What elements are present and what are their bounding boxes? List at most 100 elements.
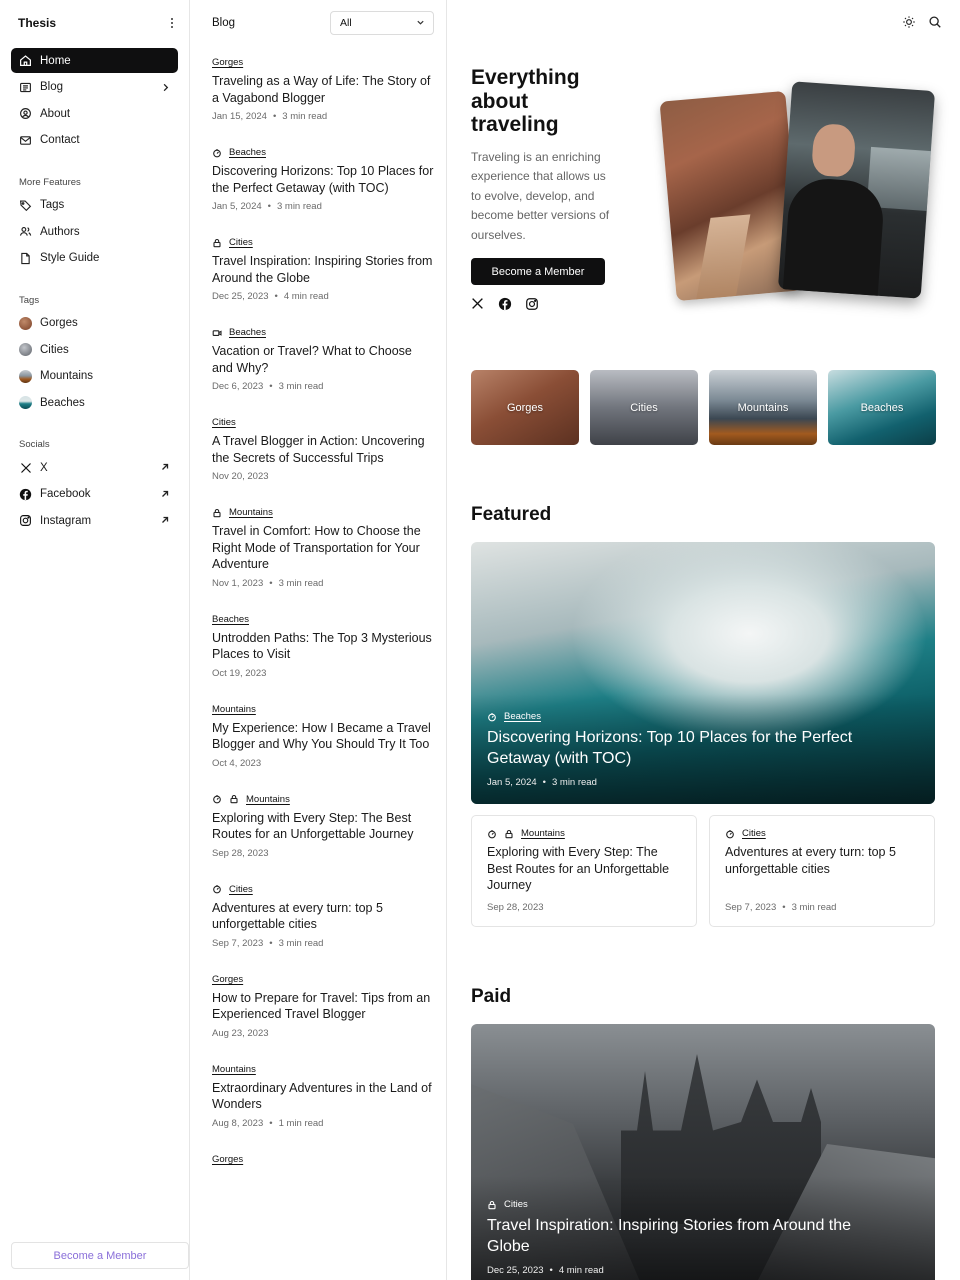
post-categories: Mountains [487,827,681,840]
nav-item-about[interactable]: About [11,101,178,126]
instagram-icon[interactable] [525,297,539,311]
post-meta: Aug 8, 2023 • 1 min read [212,1117,324,1129]
post-category-link[interactable]: Gorges [212,57,243,68]
post-item[interactable]: Mountains My Experience: How I Became a T… [212,703,434,769]
post-item[interactable]: Gorges Traveling as a Way of Life: The St… [212,56,434,122]
lock-icon [488,1200,496,1209]
nav-item-social-instagram[interactable]: Instagram [11,508,178,533]
post-title[interactable]: Adventures at every turn: top 5 unforget… [212,900,434,933]
paid-main-title[interactable]: Travel Inspiration: Inspiring Stories fr… [487,1215,895,1257]
post-category-link[interactable]: Gorges [212,1154,243,1165]
tag-card-gorges[interactable]: Gorges [471,370,579,445]
tag-thumbnail [19,343,32,356]
post-category-link[interactable]: Cities [742,828,766,839]
tags-title: Tags [19,294,40,306]
nav-item-style-guide[interactable]: Style Guide [11,246,178,271]
post-category-link[interactable]: Cities [212,417,236,428]
post-category-link[interactable]: Cities [229,884,253,895]
hero-become-member-button[interactable]: Become a Member [471,258,605,285]
post-category-link[interactable]: Gorges [212,974,243,985]
nav-item-tag-gorges[interactable]: Gorges [11,311,178,336]
post-category-link[interactable]: Mountains [246,794,290,805]
post-category-link[interactable]: Mountains [212,1064,256,1075]
post-item[interactable]: Gorges [212,1153,434,1166]
post-item[interactable]: Gorges How to Prepare for Travel: Tips fr… [212,973,434,1039]
tag-card-beaches[interactable]: Beaches [828,370,936,445]
nav-item-tag-cities[interactable]: Cities [11,337,178,362]
post-title[interactable]: Extraordinary Adventures in the Land of … [212,1080,434,1113]
tag-card-mountains[interactable]: Mountains [709,370,817,445]
become-member-button[interactable]: Become a Member [11,1242,189,1269]
post-category-link[interactable]: Beaches [229,147,266,158]
post-read-time: 4 min read [283,291,329,302]
hero-socials [471,297,539,311]
brand-name[interactable]: Thesis [18,16,56,30]
post-category-link[interactable]: Mountains [229,507,273,518]
post-categories: Cities [212,236,434,249]
post-categories: Cities [212,416,434,429]
more-options-icon[interactable] [165,16,179,30]
instagram-icon [19,514,32,527]
theme-toggle-sun-icon[interactable] [902,15,916,29]
nav-item-social-x[interactable]: X [11,455,178,480]
nav-item-label: Mountains [40,370,94,382]
post-title[interactable]: Vacation or Travel? What to Choose and W… [212,343,434,376]
sidebar: Thesis Home Blog About Contact More Feat… [0,0,190,1280]
post-date: Aug 23, 2023 [212,1027,269,1039]
nav-item-contact[interactable]: Contact [11,128,178,153]
post-category-link[interactable]: Beaches [229,327,266,338]
post-title[interactable]: Travel in Comfort: How to Choose the Rig… [212,523,434,573]
nav-item-tags[interactable]: Tags [11,193,178,218]
featured-icon [488,712,496,721]
post-item[interactable]: Mountains Exploring with Every Step: The … [212,793,434,859]
post-item[interactable]: Beaches Untrodden Paths: The Top 3 Myster… [212,613,434,679]
socials-title: Socials [19,439,50,450]
post-category-link[interactable]: Beaches [504,711,541,722]
featured-main-title[interactable]: Discovering Horizons: Top 10 Places for … [487,727,895,769]
post-title[interactable]: A Travel Blogger in Action: Uncovering t… [212,433,434,466]
nav-item-authors[interactable]: Authors [11,219,178,244]
post-category-link[interactable]: Cities [229,237,253,248]
nav-item-social-facebook[interactable]: Facebook [11,482,178,507]
post-title[interactable]: How to Prepare for Travel: Tips from an … [212,990,434,1023]
search-icon[interactable] [928,15,942,29]
post-title[interactable]: Untrodden Paths: The Top 3 Mysterious Pl… [212,630,434,663]
featured-main-card[interactable]: Beaches Discovering Horizons: Top 10 Pla… [471,542,935,804]
post-item[interactable]: Cities Travel Inspiration: Inspiring Stor… [212,236,434,302]
post-item[interactable]: Cities Adventures at every turn: top 5 un… [212,883,434,949]
tag-card-cities[interactable]: Cities [590,370,698,445]
featured-card[interactable]: Mountains Exploring with Every Step: The… [471,815,697,927]
post-title[interactable]: Travel Inspiration: Inspiring Stories fr… [212,253,434,286]
post-title[interactable]: Exploring with Every Step: The Best Rout… [212,810,434,843]
main-nav: Home Blog About Contact [0,45,189,153]
post-title[interactable]: My Experience: How I Became a Travel Blo… [212,720,434,753]
nav-item-home[interactable]: Home [11,48,178,73]
featured-icon [726,829,734,838]
post-item[interactable]: Mountains Extraordinary Adventures in the… [212,1063,434,1129]
post-read-time: 1 min read [278,1117,324,1129]
post-category-link[interactable]: Cities [504,1199,528,1210]
post-title[interactable]: Adventures at every turn: top 5 unforget… [725,844,919,877]
category-filter-select[interactable]: All [330,10,434,35]
post-title[interactable]: Discovering Horizons: Top 10 Places for … [212,163,434,196]
post-item[interactable]: Mountains Travel in Comfort: How to Choos… [212,506,434,589]
hero-title: Everything about traveling [471,66,580,136]
facebook-icon[interactable] [498,297,512,311]
post-category-link[interactable]: Mountains [212,704,256,715]
post-item[interactable]: Beaches Vacation or Travel? What to Choos… [212,326,434,392]
post-title[interactable]: Traveling as a Way of Life: The Story of… [212,73,434,106]
post-category-link[interactable]: Mountains [521,828,565,839]
post-item[interactable]: Cities A Travel Blogger in Action: Uncove… [212,416,434,482]
x-icon[interactable] [471,297,485,311]
featured-card[interactable]: Cities Adventures at every turn: top 5 u… [709,815,935,927]
video-icon [212,329,222,336]
nav-item-tag-beaches[interactable]: Beaches [11,390,178,415]
paid-main-card[interactable]: Cities Travel Inspiration: Inspiring Sto… [471,1024,935,1280]
nav-item-blog[interactable]: Blog [11,75,178,100]
post-categories: Beaches [212,146,434,159]
post-item[interactable]: Beaches Discovering Horizons: Top 10 Plac… [212,146,434,212]
post-meta: Sep 28, 2023 [487,902,544,913]
nav-item-tag-mountains[interactable]: Mountains [11,364,178,389]
post-category-link[interactable]: Beaches [212,614,249,625]
post-title[interactable]: Exploring with Every Step: The Best Rout… [487,844,681,894]
